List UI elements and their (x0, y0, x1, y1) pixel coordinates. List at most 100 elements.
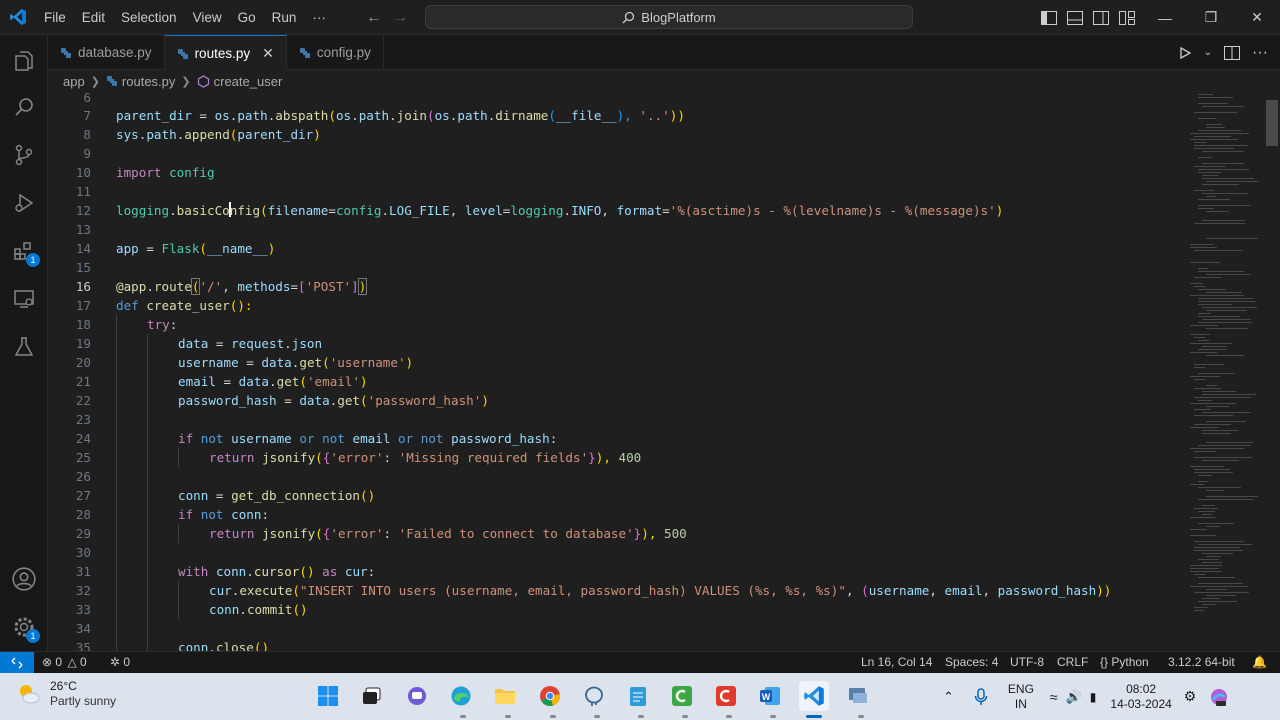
camtasia-green-icon[interactable] (667, 681, 697, 711)
weather-widget[interactable]: 26°C Partly sunny (16, 679, 116, 709)
running-indicator (460, 715, 466, 718)
accounts-icon[interactable] (0, 555, 48, 603)
customize-layout-icon[interactable] (1118, 9, 1136, 27)
running-indicator (858, 715, 864, 718)
menu-go[interactable]: Go (230, 0, 264, 35)
remote-desktop-icon[interactable] (843, 681, 873, 711)
menu-selection[interactable]: Selection (113, 0, 185, 35)
menu-edit[interactable]: Edit (74, 0, 113, 35)
scrollbar-thumb[interactable] (1266, 100, 1278, 146)
status-bar: ⊗ 0 △ 0 ✲ 0 Ln 16, Col 14 Spaces: 4 UTF-… (0, 651, 1280, 673)
indentation[interactable]: Spaces: 4 (945, 652, 998, 673)
menu-more[interactable]: ··· (304, 0, 334, 35)
toggle-secondary-sidebar-icon[interactable] (1092, 9, 1110, 27)
search-sidebar-icon[interactable] (0, 83, 48, 131)
minimap-line (1202, 604, 1216, 605)
close-window-icon[interactable]: ✕ (1234, 0, 1280, 35)
menu-file[interactable]: File (36, 0, 74, 35)
microphone-icon[interactable] (974, 687, 988, 706)
minimap-line (1194, 508, 1218, 509)
back-arrow-icon[interactable]: ← (366, 9, 382, 27)
restore-icon[interactable]: ❐ (1188, 0, 1234, 35)
postgresql-elephant-icon[interactable] (579, 681, 609, 711)
minimap[interactable] (1188, 92, 1266, 651)
manage-gear-icon[interactable]: 1 (0, 603, 48, 651)
tab-routes-py[interactable]: routes.py ✕ (164, 35, 287, 71)
teams-chat-icon[interactable] (402, 681, 432, 711)
encoding[interactable]: UTF-8 (1010, 652, 1044, 673)
explorer-icon[interactable] (0, 37, 48, 85)
minimap-line (1206, 274, 1251, 275)
tab-label: config.py (316, 45, 371, 60)
notepad-icon[interactable] (623, 681, 653, 711)
vscode-taskbar-icon[interactable] (799, 681, 829, 711)
minimap-line (1198, 313, 1211, 314)
cursor-position[interactable]: Ln 16, Col 14 (861, 652, 932, 673)
breadcrumb-file[interactable]: routes.py (122, 74, 175, 89)
toggle-panel-icon[interactable] (1066, 9, 1084, 27)
running-indicator (770, 715, 776, 718)
testing-flask-icon[interactable] (0, 323, 48, 371)
python-interpreter[interactable]: 3.12.2 64-bit (1168, 652, 1235, 673)
split-editor-icon[interactable] (1224, 45, 1241, 60)
remote-explorer-icon[interactable] (0, 275, 48, 323)
minimap-line (1198, 340, 1209, 341)
close-tab-icon[interactable]: ✕ (262, 45, 274, 62)
minimap-line (1198, 157, 1212, 158)
minimap-line (1202, 430, 1238, 431)
partly-sunny-icon (20, 685, 40, 704)
breadcrumb-folder[interactable]: app (63, 74, 85, 89)
minimap-line (1202, 175, 1218, 176)
code-editor[interactable]: 6 7 parent_dir = os.path.abspath(os.path.… (48, 92, 1188, 651)
minimize-icon[interactable]: — (1142, 0, 1188, 35)
edge-browser-icon[interactable] (446, 681, 476, 711)
clock[interactable]: 08:02 14-03-2024 (1110, 682, 1171, 712)
speaker-icon[interactable]: 🔊 (1066, 689, 1082, 705)
minimap-line (1194, 112, 1237, 113)
minimap-line (1190, 448, 1244, 449)
tab-config-py[interactable]: config.py (287, 35, 384, 70)
toggle-primary-sidebar-icon[interactable] (1040, 9, 1058, 27)
minimap-line (1198, 271, 1244, 272)
extensions-icon[interactable]: 1 (0, 227, 48, 275)
code-line: 15 (75, 260, 91, 275)
start-button-windows-icon[interactable] (313, 681, 343, 711)
menu-view[interactable]: View (185, 0, 230, 35)
language-mode[interactable]: {} Python (1100, 652, 1149, 673)
task-view-icon[interactable] (357, 681, 387, 711)
minimap-line (1198, 130, 1241, 131)
camtasia-red-icon[interactable] (711, 681, 741, 711)
word-icon[interactable]: W (755, 681, 785, 711)
svg-text:W: W (762, 692, 771, 702)
warning-icon: △ (67, 655, 77, 669)
remote-indicator-icon[interactable] (0, 652, 34, 673)
code-line: 26 (48, 467, 1188, 486)
run-dropdown-chevron-icon[interactable]: ⌄ (1204, 47, 1212, 58)
wifi-icon[interactable]: ≈ (1050, 689, 1058, 705)
notification-center-icon[interactable]: ⚙ (1184, 688, 1197, 705)
copilot-preview-icon[interactable] (1208, 686, 1230, 708)
command-center-search[interactable]: BlogPlatform (425, 5, 913, 29)
tab-database-py[interactable]: database.py (48, 35, 165, 70)
input-language[interactable]: ENG IN (1008, 682, 1034, 712)
menu-run[interactable]: Run (264, 0, 305, 35)
run-python-file-icon[interactable] (1178, 46, 1192, 60)
minimap-line (1202, 151, 1244, 152)
file-explorer-icon[interactable] (490, 681, 520, 711)
vertical-scrollbar[interactable] (1266, 92, 1280, 651)
source-control-icon[interactable] (0, 131, 48, 179)
run-debug-icon[interactable] (0, 179, 48, 227)
chrome-browser-icon[interactable] (535, 681, 565, 711)
show-hidden-icons-chevron-icon[interactable]: ⌃ (943, 689, 954, 705)
forward-arrow-icon[interactable]: → (392, 9, 408, 27)
breadcrumb-symbol[interactable]: create_user (214, 74, 283, 89)
battery-icon[interactable]: ▮ (1090, 690, 1097, 704)
minimap-line (1190, 244, 1213, 245)
minimap-line (1190, 568, 1219, 569)
end-of-line[interactable]: CRLF (1057, 652, 1088, 673)
problems-indicator[interactable]: ⊗ 0 △ 0 (42, 652, 87, 673)
notifications-bell-icon[interactable]: 🔔 (1252, 652, 1267, 673)
minimap-line (1206, 328, 1248, 329)
ports-indicator[interactable]: ✲ 0 (110, 652, 130, 673)
more-actions-icon[interactable]: ··· (1252, 44, 1268, 62)
